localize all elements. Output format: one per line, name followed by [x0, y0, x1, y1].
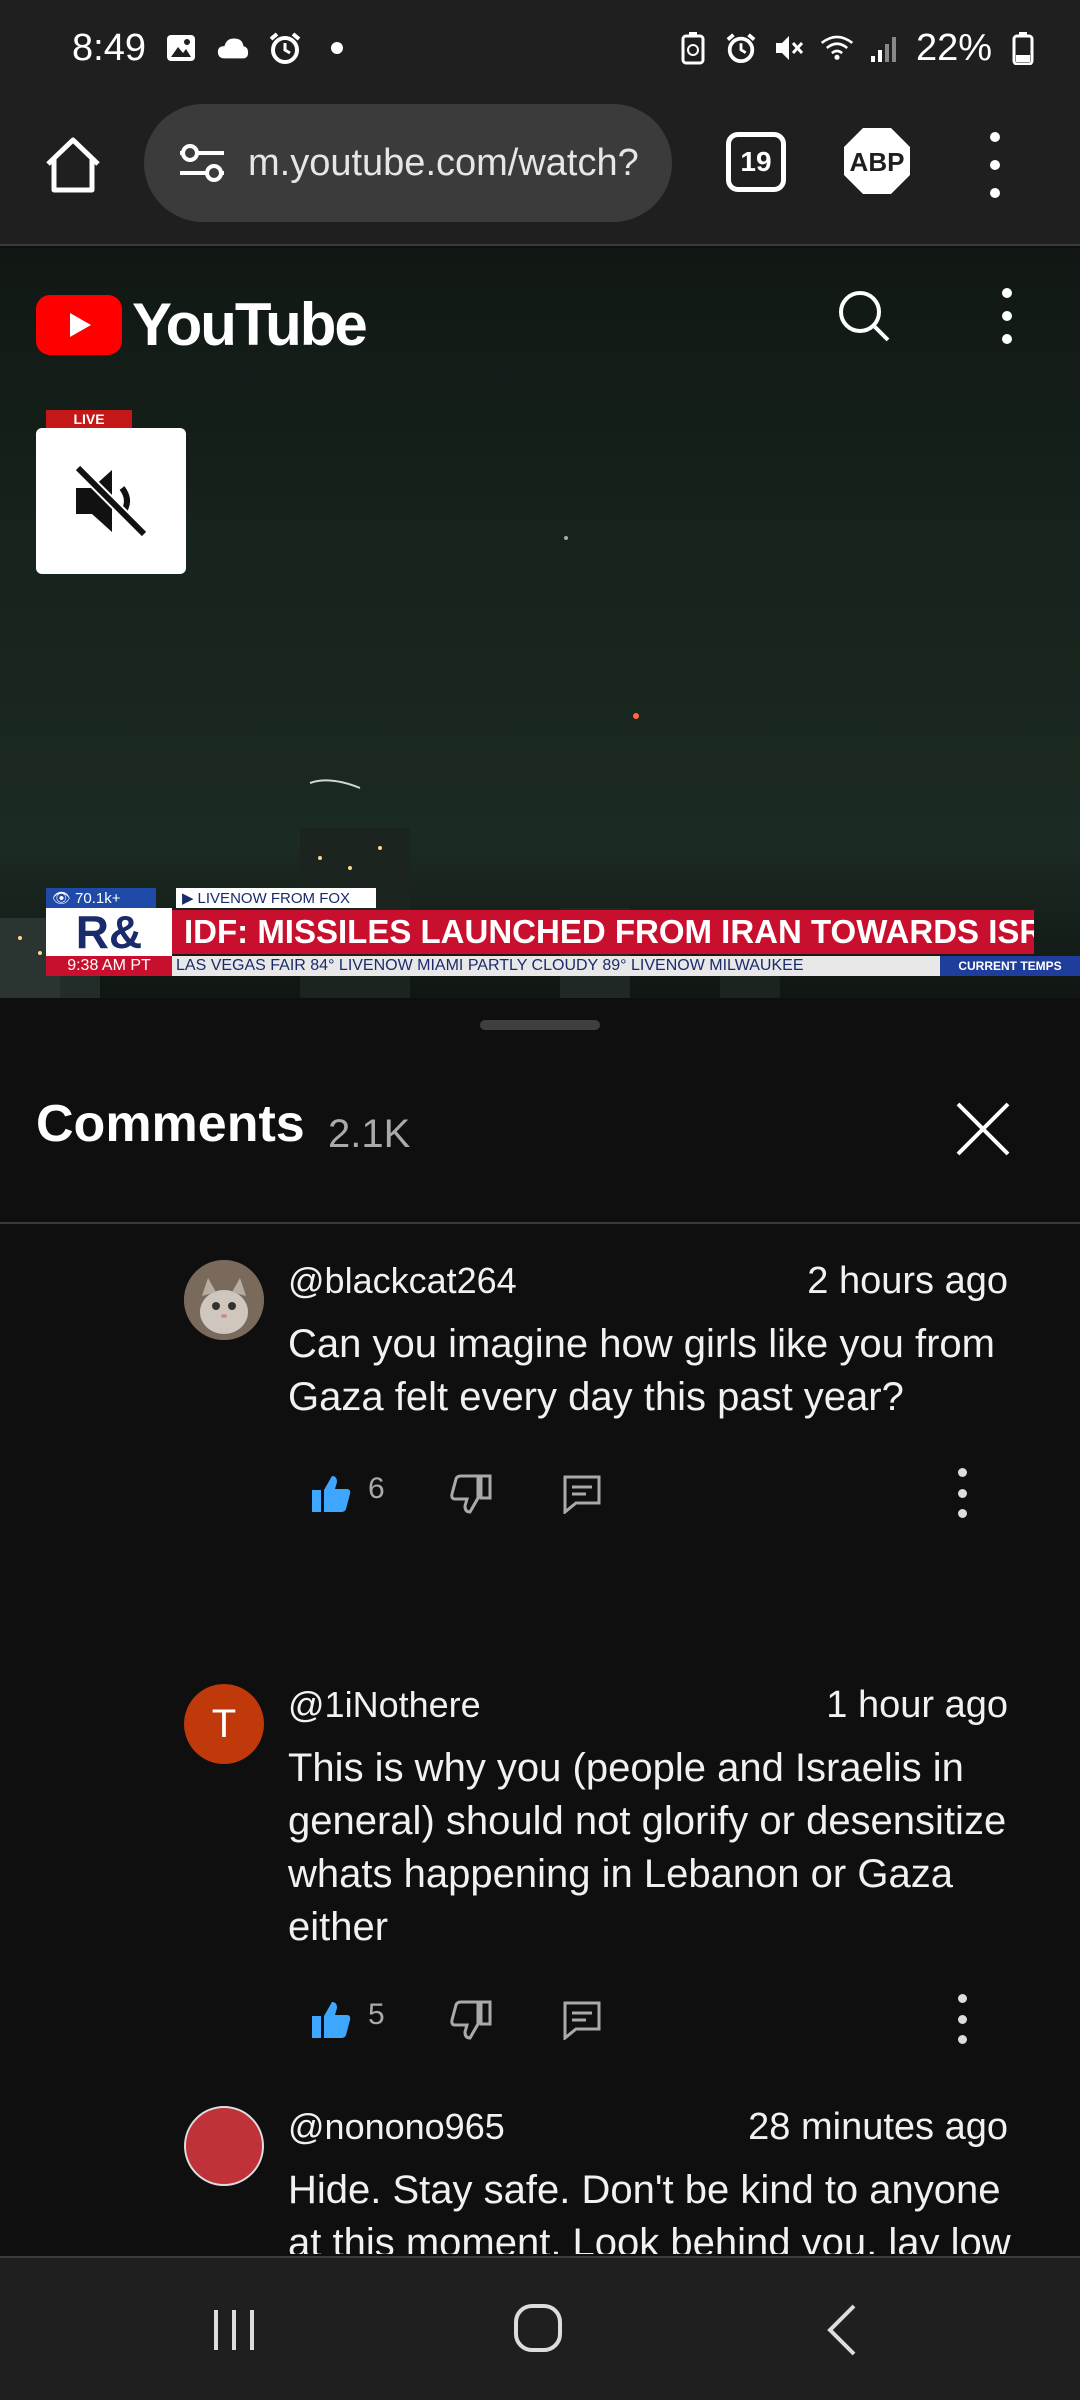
close-icon	[956, 1102, 1010, 1156]
comment-author[interactable]: @blackcat264	[288, 1260, 517, 1302]
mute-icon	[772, 31, 806, 65]
live-badge: LIVE	[46, 410, 132, 428]
views-badge: 👁 70.1k+	[46, 888, 156, 908]
news-ticker: 👁 70.1k+ ▶ LIVENOW FROM FOX R& IDF: MISS…	[46, 888, 1080, 976]
drag-handle[interactable]	[480, 1020, 600, 1030]
play-arrow-icon: ▶	[182, 890, 194, 907]
status-bar: 8:49 22%	[0, 0, 1080, 96]
thumbs-up-icon	[312, 1476, 351, 1512]
dislike-button[interactable]	[450, 1474, 492, 1514]
tab-switcher-button[interactable]: 19	[726, 132, 786, 192]
reply-icon	[563, 2001, 601, 2042]
comment-menu-button[interactable]	[952, 1468, 972, 1518]
missile-lights	[309, 536, 639, 789]
alarm-icon	[268, 31, 302, 65]
headline-text: IDF: MISSILES LAUNCHED FROM IRAN TOWARDS…	[172, 910, 1034, 954]
comment-actions: 6	[310, 1468, 1020, 1518]
like-count: 5	[368, 1998, 385, 2031]
comments-title: Comments	[36, 1095, 305, 1153]
comment-actions: 5	[310, 1994, 1020, 2044]
battery-saver-icon	[676, 31, 710, 65]
comments-header: Comments 2.1K	[0, 1058, 1080, 1224]
like-count: 6	[368, 1472, 385, 1505]
video-player[interactable]: YouTube LIVE 👁 70.1k+ ▶ LIVENOW FROM FOX…	[0, 248, 1080, 998]
comment-time: 2 hours ago	[807, 1260, 1008, 1302]
comment-item: @nonono965 28 minutes ago Hide. Stay saf…	[0, 2106, 1080, 2254]
signal-icon	[868, 31, 902, 65]
cat-avatar-image	[184, 1260, 264, 1340]
thumbs-down-icon	[450, 2000, 492, 2040]
broadcast-clock: 9:38 AM PT	[46, 956, 172, 976]
cloud-icon	[216, 31, 250, 65]
comment-text: Hide. Stay safe. Don't be kind to anyone…	[288, 2164, 1028, 2254]
comment-text: This is why you (people and Israelis in …	[288, 1746, 1007, 1949]
url-text: m.youtube.com/watch?	[248, 141, 639, 184]
adblock-icon: ABP	[844, 128, 910, 194]
close-comments-button[interactable]	[952, 1098, 1014, 1160]
recent-apps-icon	[214, 2310, 254, 2350]
network-logo: R&	[46, 908, 172, 956]
comment-text: Can you imagine how girls like you from …	[288, 1322, 995, 1419]
dislike-button[interactable]	[450, 2000, 492, 2040]
clock: 8:49	[72, 26, 146, 69]
youtube-logo[interactable]: YouTube	[36, 290, 368, 359]
comment-time: 1 hour ago	[826, 1684, 1008, 1726]
comment-text-content: Hide. Stay safe. Don't be kind to anyone…	[288, 2168, 1011, 2254]
comment-author[interactable]: @nonono965	[288, 2106, 505, 2148]
avatar[interactable]	[184, 2106, 264, 2186]
system-navigation-bar	[0, 2256, 1080, 2400]
comment-author[interactable]: @1iNothere	[288, 1684, 481, 1726]
muted-speaker-icon	[74, 464, 148, 538]
url-bar[interactable]: m.youtube.com/watch?	[144, 104, 672, 222]
comment-time: 28 minutes ago	[748, 2106, 1008, 2148]
back-button[interactable]	[822, 2302, 862, 2358]
reply-button[interactable]	[562, 1474, 602, 1516]
thumbs-up-icon	[312, 2002, 351, 2038]
thumbs-down-icon	[450, 1474, 492, 1514]
avatar[interactable]: T	[184, 1684, 264, 1764]
browser-toolbar: m.youtube.com/watch? 19 ABP	[0, 96, 1080, 246]
browser-menu-button[interactable]	[980, 132, 1010, 198]
reply-icon	[563, 1475, 601, 1516]
site-settings-icon	[180, 144, 224, 182]
wifi-icon	[820, 31, 854, 65]
eye-icon: 👁	[52, 890, 72, 907]
like-button[interactable]	[310, 2000, 352, 2040]
view-count: 70.1k+	[75, 889, 121, 907]
avatar-letter: T	[211, 1701, 237, 1746]
comment-item: @blackcat264 2 hours ago Can you imagine…	[0, 1260, 1080, 1660]
youtube-play-icon	[36, 294, 122, 355]
battery-icon	[1006, 31, 1040, 65]
comment-item: T @1iNothere 1 hour ago This is why you …	[0, 1684, 1080, 2084]
recent-apps-button[interactable]	[210, 2306, 258, 2354]
battery-percent: 22%	[915, 26, 992, 69]
back-chevron-icon	[827, 2304, 856, 2356]
youtube-menu-button[interactable]	[996, 288, 1018, 344]
comments-count: 2.1K	[328, 1112, 411, 1156]
unmute-button[interactable]	[36, 428, 186, 574]
youtube-wordmark: YouTube	[132, 291, 368, 358]
youtube-search-button[interactable]	[834, 286, 894, 346]
adblock-label: ABP	[850, 147, 905, 177]
gallery-icon	[164, 31, 198, 65]
adblock-button[interactable]: ABP	[842, 126, 912, 196]
system-home-button[interactable]	[512, 2302, 564, 2354]
reply-button[interactable]	[562, 2000, 602, 2042]
home-circle-icon	[514, 2304, 562, 2352]
current-temps-label: CURRENT TEMPS	[940, 956, 1080, 976]
search-icon	[839, 291, 890, 342]
source-text: LIVENOW FROM FOX	[197, 889, 351, 907]
comments-panel: Comments 2.1K @blackcat264 2 hours ago C…	[0, 998, 1080, 2254]
comment-menu-button[interactable]	[952, 1994, 972, 2044]
avatar[interactable]	[184, 1260, 264, 1340]
weather-ticker: LAS VEGAS FAIR 84° LIVENOW MIAMI PARTLY …	[172, 956, 954, 976]
home-button[interactable]	[40, 132, 106, 198]
source-label: ▶ LIVENOW FROM FOX	[176, 888, 376, 908]
alarm-icon	[724, 31, 758, 65]
home-icon	[46, 137, 100, 193]
like-button[interactable]	[310, 1474, 352, 1514]
dot-icon	[320, 31, 354, 65]
